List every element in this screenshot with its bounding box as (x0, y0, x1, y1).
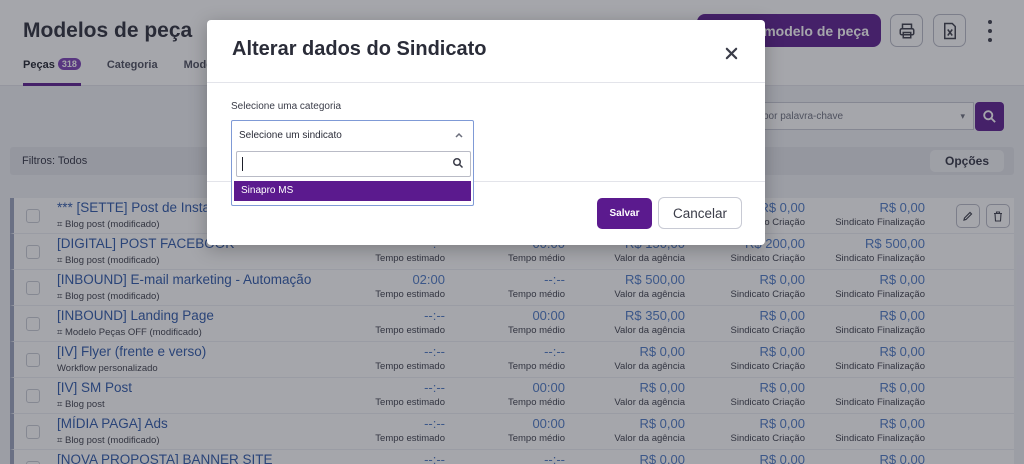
select-value: Selecione um sindicato (239, 130, 342, 141)
save-button[interactable]: Salvar (597, 198, 652, 229)
divider (207, 82, 765, 83)
category-field-label: Selecione uma categoria (231, 101, 342, 112)
modal-title: Alterar dados do Sindicato (232, 38, 487, 60)
union-select[interactable]: Selecione um sindicato Sinapro MS (231, 120, 474, 206)
dropdown-option[interactable]: Sinapro MS (234, 181, 471, 201)
chevron-up-icon (455, 132, 463, 138)
cancel-button[interactable]: Cancelar (658, 197, 742, 229)
text-cursor (242, 157, 243, 171)
close-icon (725, 47, 737, 59)
search-icon (453, 158, 464, 169)
close-button[interactable] (722, 44, 740, 62)
dropdown-search-input[interactable] (236, 151, 471, 177)
